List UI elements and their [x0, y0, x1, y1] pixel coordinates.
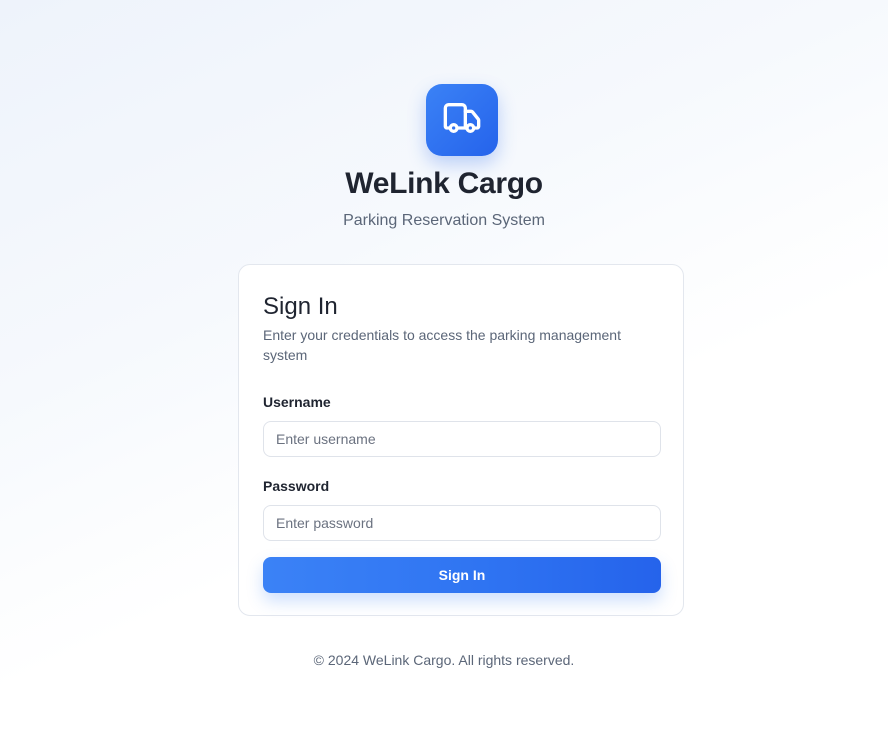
password-label: Password: [263, 478, 330, 494]
username-label: Username: [263, 394, 331, 410]
app-logo: [426, 84, 498, 156]
password-input[interactable]: [263, 505, 661, 541]
username-input[interactable]: [263, 421, 661, 457]
footer-copyright: © 2024 WeLink Cargo. All rights reserved…: [313, 652, 575, 668]
login-card: Sign In Enter your credentials to access…: [238, 264, 684, 616]
app-title: WeLink Cargo: [345, 167, 543, 200]
truck-icon: [442, 98, 482, 143]
card-title: Sign In: [263, 293, 338, 320]
card-description: Enter your credentials to access the par…: [263, 327, 621, 363]
app-subtitle: Parking Reservation System: [343, 212, 545, 229]
sign-in-button[interactable]: Sign In: [263, 557, 661, 593]
